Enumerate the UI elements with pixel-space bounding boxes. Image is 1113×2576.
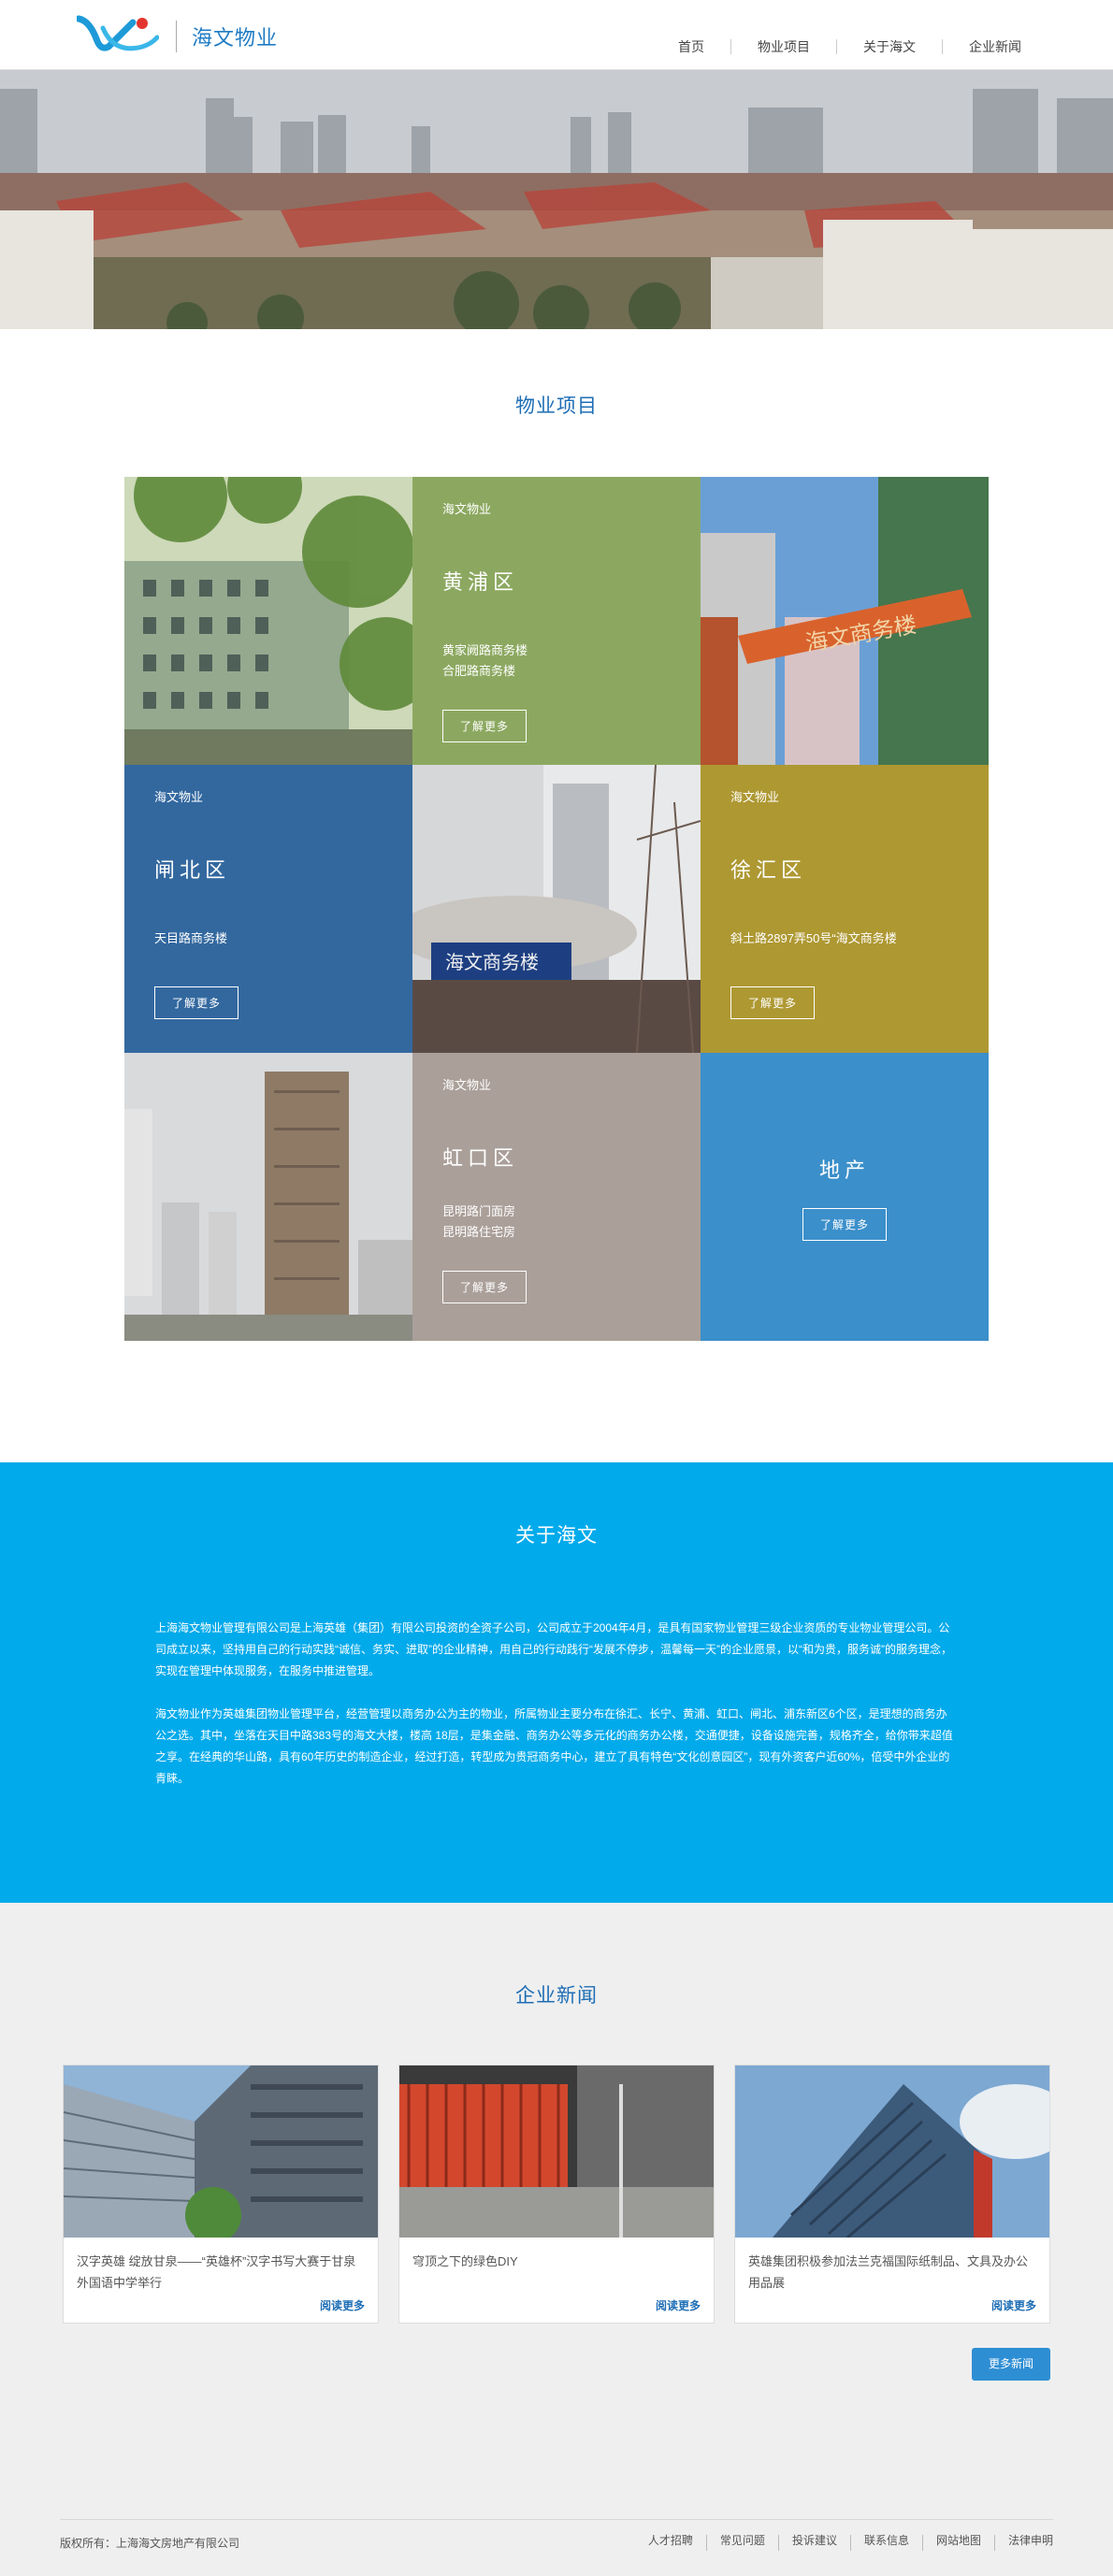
logo-text[interactable]: 海文物业	[192, 22, 278, 51]
footer-links: 人才招聘 常见问题 投诉建议 联系信息 网站地图 法律申明	[635, 2535, 1053, 2551]
footer-link-faq[interactable]: 常见问题	[705, 2535, 778, 2551]
tile-brand: 海文物业	[730, 790, 780, 804]
news-title: 企业新闻	[515, 1985, 598, 2007]
projects-title: 物业项目	[515, 396, 598, 417]
learn-more-button[interactable]: 了解更多	[730, 986, 816, 1019]
district-name: 黄浦区	[442, 570, 519, 594]
news-card-title[interactable]: 英雄集团积极参加法兰克福国际纸制品、文具及办公用品展	[735, 2238, 1049, 2294]
news-card-image[interactable]	[735, 2065, 1049, 2238]
tile-huangpu: 海文物业 黄浦区 黄家阙路商务楼 合肥路商务楼 了解更多	[412, 477, 701, 765]
property-name: 合肥路商务楼	[442, 664, 516, 678]
news-card-image[interactable]	[64, 2065, 378, 2238]
tile-zhabei: 海文物业 闸北区 天目路商务楼 了解更多	[124, 765, 412, 1053]
tile-brand: 海文物业	[442, 1078, 492, 1092]
district-name: 徐汇区	[730, 858, 807, 882]
about-body: 上海海文物业管理有限公司是上海英雄（集团）有限公司投资的全资子公司，公司成立于2…	[155, 1618, 958, 1790]
site-footer: 版权所有：上海海文房地产有限公司 人才招聘 常见问题 投诉建议 联系信息 网站地…	[60, 2519, 1053, 2551]
footer-link-contact[interactable]: 联系信息	[849, 2535, 922, 2551]
nav-news[interactable]: 企业新闻	[942, 39, 1048, 54]
property-name: 昆明路门面房	[442, 1204, 516, 1218]
news-card-title[interactable]: 穹顶之下的绿色DIY	[399, 2238, 714, 2272]
property-name: 天目路商务楼	[154, 931, 228, 945]
news-card-title[interactable]: 汉字英雄 绽放甘泉——“英雄杯”汉字书写大赛于甘泉外国语中学举行	[64, 2238, 378, 2294]
tile-realestate: 地产 了解更多	[701, 1053, 989, 1341]
news-list: 汉字英雄 绽放甘泉——“英雄杯”汉字书写大赛于甘泉外国语中学举行 阅读更多 穹顶…	[63, 2065, 1050, 2324]
projects-section: 物业项目 海文物业 黄浦区 黄家阙路商务楼 合肥路商务楼 了解更多 海文商务楼 …	[0, 329, 1113, 1341]
huangpu-building-photo	[124, 477, 412, 765]
zhabei-building-photo: 海文商务楼	[412, 765, 701, 1053]
learn-more-button[interactable]: 了解更多	[802, 1207, 887, 1241]
learn-more-button[interactable]: 了解更多	[442, 1271, 528, 1303]
read-more-link[interactable]: 阅读更多	[320, 2297, 365, 2313]
about-title: 关于海文	[515, 1525, 598, 1547]
learn-more-button[interactable]: 了解更多	[442, 710, 528, 742]
learn-more-button[interactable]: 了解更多	[154, 986, 239, 1019]
footer-link-feedback[interactable]: 投诉建议	[777, 2535, 850, 2551]
tile-xuhui: 海文物业 徐汇区 斜土路2897弄50号“海文商务楼 了解更多	[701, 765, 989, 1053]
property-name: 黄家阙路商务楼	[442, 643, 528, 657]
hero-banner-image	[0, 70, 1113, 329]
tile-hongkou: 海文物业 虹口区 昆明路门面房 昆明路住宅房 了解更多	[412, 1053, 701, 1341]
more-news-button[interactable]: 更多新闻	[972, 2348, 1050, 2381]
about-section: 关于海文 上海海文物业管理有限公司是上海英雄（集团）有限公司投资的全资子公司，公…	[0, 1462, 1113, 1903]
read-more-link[interactable]: 阅读更多	[991, 2297, 1036, 2313]
news-card[interactable]: 英雄集团积极参加法兰克福国际纸制品、文具及办公用品展 阅读更多	[734, 2065, 1050, 2324]
footer-link-sitemap[interactable]: 网站地图	[921, 2535, 994, 2551]
footer-link-legal[interactable]: 法律申明	[993, 2535, 1053, 2551]
property-name: 斜土路2897弄50号“海文商务楼	[730, 931, 897, 945]
footer-link-careers[interactable]: 人才招聘	[635, 2535, 706, 2551]
district-name: 虹口区	[442, 1146, 519, 1170]
nav-home[interactable]: 首页	[652, 39, 730, 54]
building-sign-text: 海文商务楼	[445, 951, 539, 973]
news-section: 企业新闻 汉字英雄 绽放甘泉——“英雄杯”汉字书写大赛于甘泉外国语中学举行 阅读…	[0, 1903, 1113, 2576]
district-name: 地产	[818, 1158, 870, 1182]
logo-divider	[176, 21, 177, 52]
projects-grid: 海文物业 黄浦区 黄家阙路商务楼 合肥路商务楼 了解更多 海文商务楼 海文物业 …	[124, 477, 989, 1341]
news-card-image[interactable]	[399, 2065, 714, 2238]
news-card[interactable]: 汉字英雄 绽放甘泉——“英雄杯”汉字书写大赛于甘泉外国语中学举行 阅读更多	[63, 2065, 379, 2324]
nav-about[interactable]: 关于海文	[836, 39, 942, 54]
about-paragraph: 海文物业作为英雄集团物业管理平台，经营管理以商务办公为主的物业，所属物业主要分布…	[155, 1707, 953, 1785]
news-card[interactable]: 穹顶之下的绿色DIY 阅读更多	[398, 2065, 715, 2324]
nav-projects[interactable]: 物业项目	[730, 39, 836, 54]
district-name: 闸北区	[154, 858, 231, 882]
property-name: 昆明路住宅房	[442, 1225, 516, 1239]
site-header: 海文物业 首页 物业项目 关于海文 企业新闻	[0, 0, 1113, 70]
tile-brand: 海文物业	[442, 502, 492, 516]
gate-sign-photo: 海文商务楼	[701, 477, 989, 765]
about-paragraph: 上海海文物业管理有限公司是上海英雄（集团）有限公司投资的全资子公司，公司成立于2…	[155, 1621, 952, 1677]
company-logo-icon[interactable]	[77, 13, 159, 56]
read-more-link[interactable]: 阅读更多	[656, 2297, 701, 2313]
copyright-text: 版权所有：上海海文房地产有限公司	[60, 2537, 240, 2550]
tile-brand: 海文物业	[154, 790, 204, 804]
main-nav: 首页 物业项目 关于海文 企业新闻	[652, 39, 1048, 54]
hongkou-tower-photo	[124, 1053, 412, 1341]
